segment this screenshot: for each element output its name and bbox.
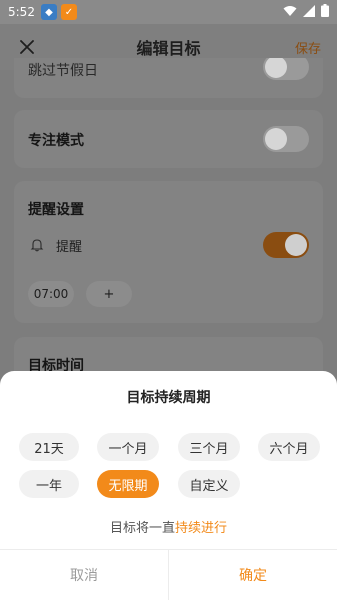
cancel-button[interactable]: 取消 [0, 550, 169, 600]
wifi-icon [283, 5, 297, 20]
page-title: 编辑目标 [136, 39, 201, 58]
skip-holidays-label: 跳过节假日 [28, 63, 98, 79]
cancel-label: 取消 [70, 568, 98, 584]
option-label: 六个月 [269, 441, 309, 457]
check-app-icon: ✓ [60, 4, 77, 20]
confirm-label: 确定 [239, 568, 267, 584]
duration-option-1-month[interactable]: 一个月 [97, 433, 159, 461]
bell-icon [30, 237, 44, 256]
status-time: 5:52 [8, 5, 35, 19]
duration-option-6-months[interactable]: 六个月 [258, 433, 320, 461]
duration-option-3-months[interactable]: 三个月 [178, 433, 240, 461]
duration-hint: 目标将一直持续进行 [0, 517, 337, 536]
hint-accent: 持续进行 [175, 521, 228, 536]
hint-prefix: 目标将一直 [109, 521, 175, 536]
option-label: 一个月 [108, 441, 148, 457]
sheet-actions: 取消 确定 [0, 549, 337, 600]
status-bar: 5:52 ◆ ✓ [0, 0, 337, 24]
save-button[interactable]: 保存 [295, 38, 321, 57]
option-label: 一年 [35, 478, 62, 494]
skip-holidays-toggle[interactable] [263, 58, 309, 80]
reminder-section-title: 提醒设置 [28, 202, 84, 218]
signal-icon [303, 4, 315, 20]
app-notification-icon: ◆ [40, 4, 57, 20]
focus-mode-label: 专注模式 [28, 133, 84, 149]
add-time-label: + [103, 286, 115, 302]
focus-mode-card: 专注模式 [14, 110, 323, 168]
close-icon [20, 40, 34, 54]
duration-option-unlimited[interactable]: 无限期 [97, 470, 159, 498]
reminder-card: 提醒设置 提醒 07:00 + [14, 181, 323, 323]
duration-option-custom[interactable]: 自定义 [178, 470, 240, 498]
option-label: 无限期 [108, 478, 148, 494]
confirm-button[interactable]: 确定 [169, 550, 337, 600]
option-label: 三个月 [189, 441, 229, 457]
duration-option-21-days[interactable]: 21天 [19, 433, 79, 461]
option-label: 自定义 [189, 478, 229, 494]
add-time-button[interactable]: + [86, 281, 132, 307]
duration-option-1-year[interactable]: 一年 [19, 470, 79, 498]
sheet-title: 目标持续周期 [126, 390, 211, 406]
option-label: 21天 [34, 441, 64, 457]
reminder-time-value: 07:00 [33, 287, 69, 301]
duration-bottom-sheet: 目标持续周期 21天 一个月 三个月 六个月 一年 无限期 自定义 目标将一直持… [0, 371, 337, 600]
reminder-label: 提醒 [56, 240, 83, 255]
focus-mode-toggle[interactable] [263, 126, 309, 152]
skip-holidays-card: 跳过节假日 [14, 58, 323, 98]
battery-icon [321, 4, 329, 20]
close-button[interactable] [14, 34, 40, 60]
reminder-toggle[interactable] [263, 232, 309, 258]
reminder-time-chip[interactable]: 07:00 [28, 281, 74, 307]
